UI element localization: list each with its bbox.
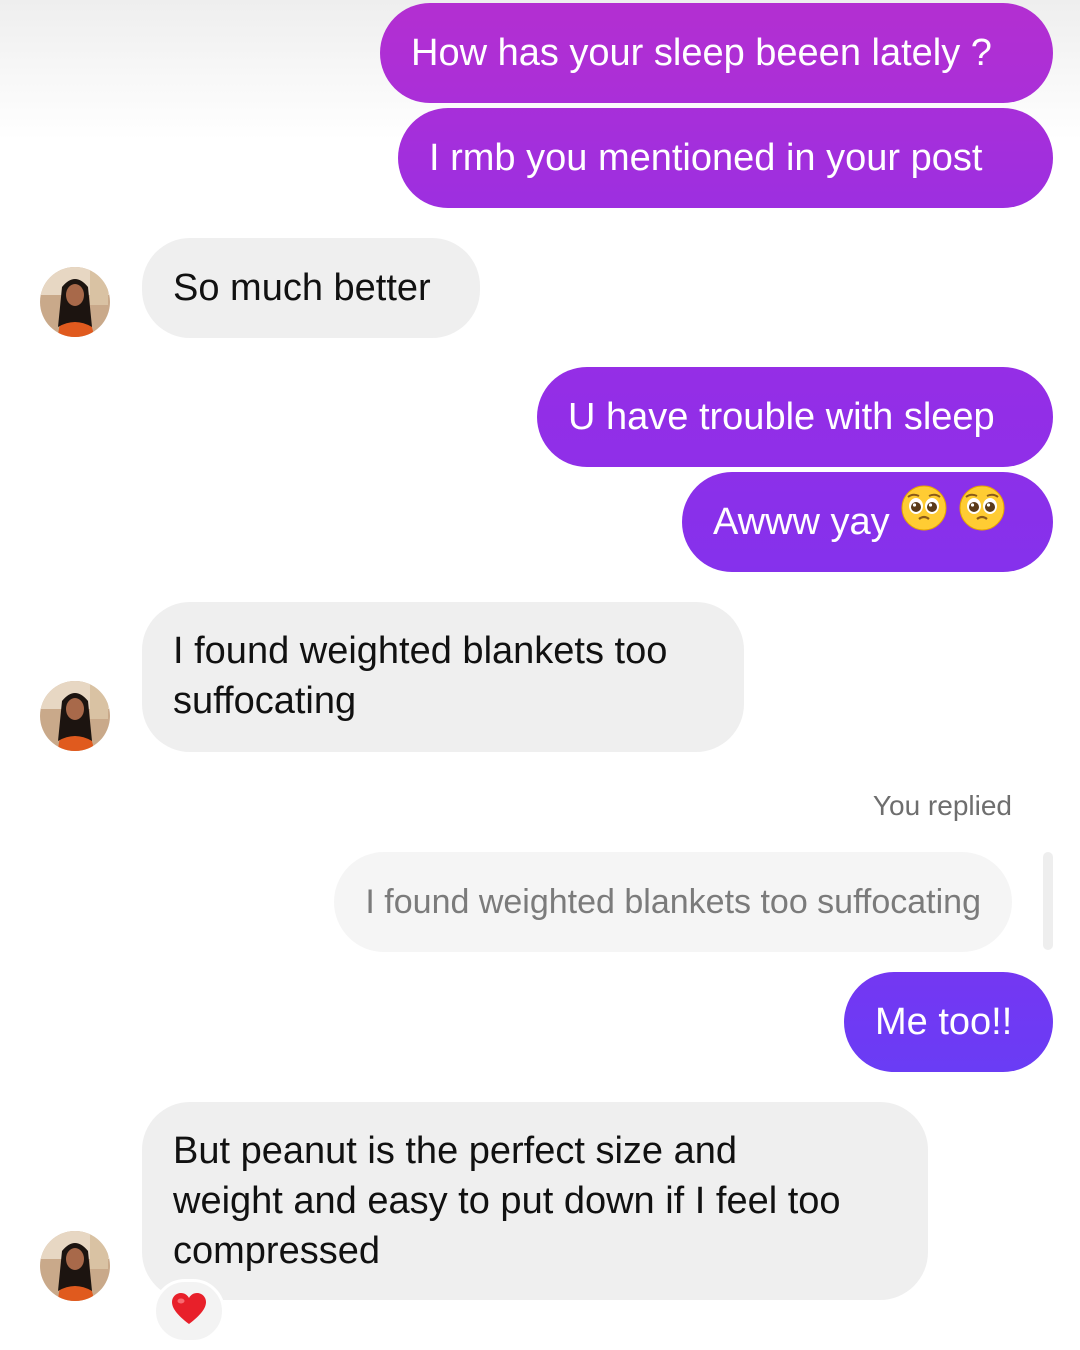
message-text: I rmb you mentioned in your post: [429, 137, 983, 179]
contact-avatar[interactable]: [40, 1231, 110, 1301]
outgoing-message-bubble[interactable]: I rmb you mentioned in your post: [398, 108, 1053, 208]
message-text: Me too!!: [875, 1001, 1013, 1043]
incoming-message-bubble[interactable]: But peanut is the perfect size and weigh…: [142, 1102, 928, 1300]
message-text: U have trouble with sleep: [568, 396, 995, 438]
outgoing-message-bubble[interactable]: How has your sleep beeen lately ?: [380, 3, 1053, 103]
pleading-face-icon: [958, 470, 1006, 570]
contact-avatar[interactable]: [40, 267, 110, 337]
chat-thread: How has your sleep beeen lately ? I rmb …: [0, 0, 1080, 1350]
contact-avatar[interactable]: [40, 681, 110, 751]
reply-context-label: You replied: [872, 790, 1012, 821]
message-text-line: suffocating: [173, 680, 357, 722]
message-text: How has your sleep beeen lately ?: [411, 32, 992, 74]
message-text-line: weight and easy to put down if I feel to…: [173, 1180, 841, 1222]
message-text: So much better: [173, 267, 431, 309]
message-text-line: compressed: [173, 1230, 380, 1272]
incoming-message-bubble[interactable]: So much better: [142, 238, 480, 338]
pleading-face-icon: [900, 470, 948, 570]
outgoing-message-bubble[interactable]: Awww yay: [682, 472, 1053, 572]
message-reaction[interactable]: [153, 1279, 225, 1343]
message-text-line: I found weighted blankets too: [173, 630, 668, 672]
message-text-line: But peanut is the perfect size and: [173, 1130, 738, 1172]
outgoing-message-bubble[interactable]: Me too!!: [844, 972, 1053, 1072]
quoted-message[interactable]: I found weighted blankets too suffocatin…: [334, 852, 1012, 952]
incoming-message-bubble[interactable]: I found weighted blankets too suffocatin…: [142, 602, 744, 752]
message-text: Awww yay: [713, 501, 890, 543]
outgoing-message-bubble[interactable]: U have trouble with sleep: [537, 367, 1053, 467]
quote-indicator-bar: [1043, 852, 1053, 950]
heart-icon: [171, 1292, 207, 1331]
